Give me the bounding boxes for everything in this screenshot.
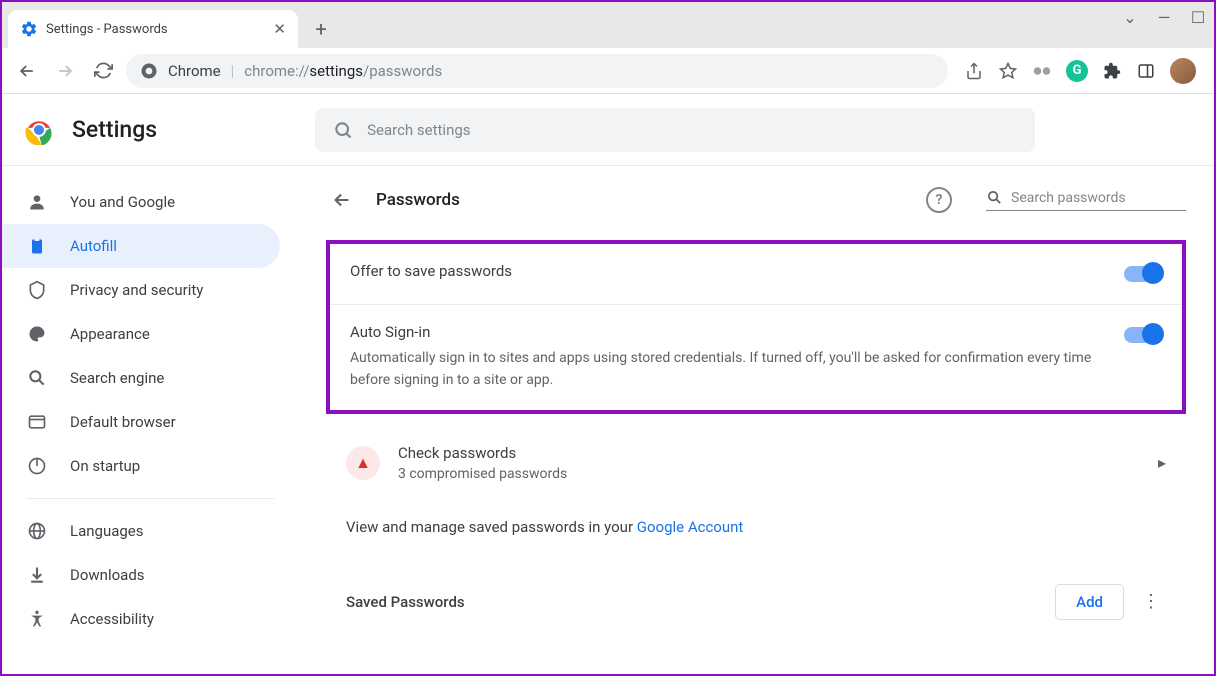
check-title: Check passwords [398,444,1140,462]
person-icon [26,192,48,212]
warning-icon: ▲ [346,446,380,480]
sidebar-item-accessibility[interactable]: Accessibility [2,597,280,641]
settings-main: Passwords ? Search passwords Offer to sa… [298,166,1214,674]
clipboard-icon [26,236,48,256]
search-passwords-input[interactable]: Search passwords [986,189,1186,211]
bookmark-icon[interactable] [998,61,1018,81]
accessibility-icon [26,609,48,629]
saved-passwords-title: Saved Passwords [346,593,1043,611]
chrome-icon [140,62,158,80]
settings-sidebar: You and Google Autofill Privacy and secu… [2,166,298,674]
profile-avatar[interactable] [1170,58,1196,84]
tab-strip: Settings - Passwords ✕ + ⌄ ― ☐ [2,2,1214,48]
search-settings-input[interactable]: Search settings [315,108,1035,152]
check-subtitle: 3 compromised passwords [398,466,1140,482]
more-icon[interactable]: ⋮ [1136,587,1166,617]
caret-down-icon[interactable]: ⌄ [1122,8,1138,27]
search-icon [986,189,1003,206]
page-back-button[interactable] [326,184,358,216]
offer-save-label: Offer to save passwords [350,262,1104,280]
browser-icon [26,412,48,432]
sidebar-item-default-browser[interactable]: Default browser [2,400,280,444]
sidebar-item-languages[interactable]: Languages [2,509,280,553]
gear-icon [20,20,38,38]
sidebar-item-autofill[interactable]: Autofill [2,224,280,268]
extensions-icon[interactable] [1102,61,1122,81]
manage-passwords-row: View and manage saved passwords in your … [326,500,1186,554]
sidebar-item-on-startup[interactable]: On startup [2,444,280,488]
minimize-icon[interactable]: ― [1156,8,1172,27]
shield-icon [26,280,48,300]
sidebar-item-search-engine[interactable]: Search engine [2,356,280,400]
search-icon [333,120,353,140]
extension-icon-1[interactable] [1032,61,1052,81]
offer-save-toggle[interactable] [1124,266,1162,282]
highlight-box: Offer to save passwords Auto Sign-in Aut… [326,240,1186,414]
saved-passwords-header: Saved Passwords Add ⋮ [326,554,1186,630]
reload-button[interactable] [88,56,118,86]
sidebar-item-you-and-google[interactable]: You and Google [2,180,280,224]
google-account-link[interactable]: Google Account [637,518,744,536]
page-title: Passwords [376,190,908,210]
auto-signin-row: Auto Sign-in Automatically sign in to si… [330,305,1182,410]
scheme-label: Chrome [168,62,221,80]
settings-header: Settings Search settings [2,94,1214,166]
offer-save-row: Offer to save passwords [330,244,1182,305]
new-tab-button[interactable]: + [306,14,336,44]
forward-button[interactable] [50,56,80,86]
add-button[interactable]: Add [1055,584,1124,620]
close-icon[interactable]: ✕ [273,20,286,38]
omnibox[interactable]: Chrome | chrome://settings/passwords [126,54,948,88]
palette-icon [26,324,48,344]
side-panel-icon[interactable] [1136,61,1156,81]
address-bar: Chrome | chrome://settings/passwords G [2,48,1214,94]
chevron-right-icon: ▸ [1158,453,1166,472]
browser-tab[interactable]: Settings - Passwords ✕ [8,10,298,48]
share-icon[interactable] [964,61,984,81]
url-text: chrome://settings/passwords [244,62,442,80]
check-passwords-row[interactable]: ▲ Check passwords 3 compromised password… [326,426,1186,500]
chrome-logo-icon [24,115,54,145]
help-button[interactable]: ? [926,187,952,213]
tab-title: Settings - Passwords [46,22,265,37]
auto-signin-desc: Automatically sign in to sites and apps … [350,347,1104,392]
window-controls: ⌄ ― ☐ [1122,8,1206,27]
settings-title: Settings [72,116,157,143]
globe-icon [26,521,48,541]
maximize-icon[interactable]: ☐ [1190,8,1206,27]
sidebar-item-appearance[interactable]: Appearance [2,312,280,356]
search-icon [26,368,48,388]
download-icon [26,565,48,585]
power-icon [26,456,48,476]
auto-signin-label: Auto Sign-in [350,323,1104,341]
back-button[interactable] [12,56,42,86]
sidebar-item-privacy[interactable]: Privacy and security [2,268,280,312]
sidebar-item-downloads[interactable]: Downloads [2,553,280,597]
grammarly-icon[interactable]: G [1066,60,1088,82]
auto-signin-toggle[interactable] [1124,327,1162,343]
